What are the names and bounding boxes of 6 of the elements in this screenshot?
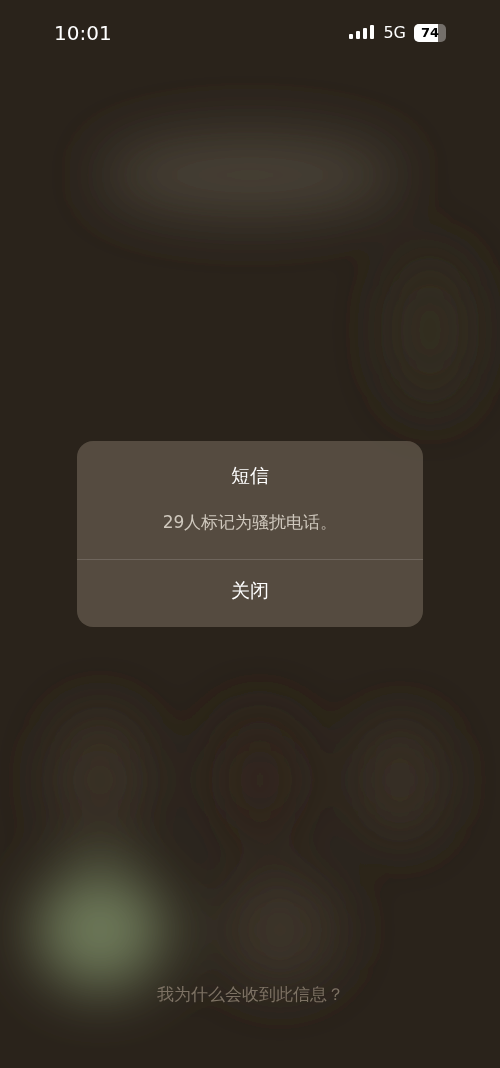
close-button[interactable]: 关闭 bbox=[77, 559, 423, 627]
signal-icon bbox=[349, 25, 376, 41]
dialog-title: 短信 bbox=[230, 463, 270, 488]
clock-time: 10:01 bbox=[54, 20, 112, 47]
network-label: 5G bbox=[383, 22, 406, 44]
dialog-message: 29人标记为骚扰电话。 bbox=[161, 510, 339, 534]
